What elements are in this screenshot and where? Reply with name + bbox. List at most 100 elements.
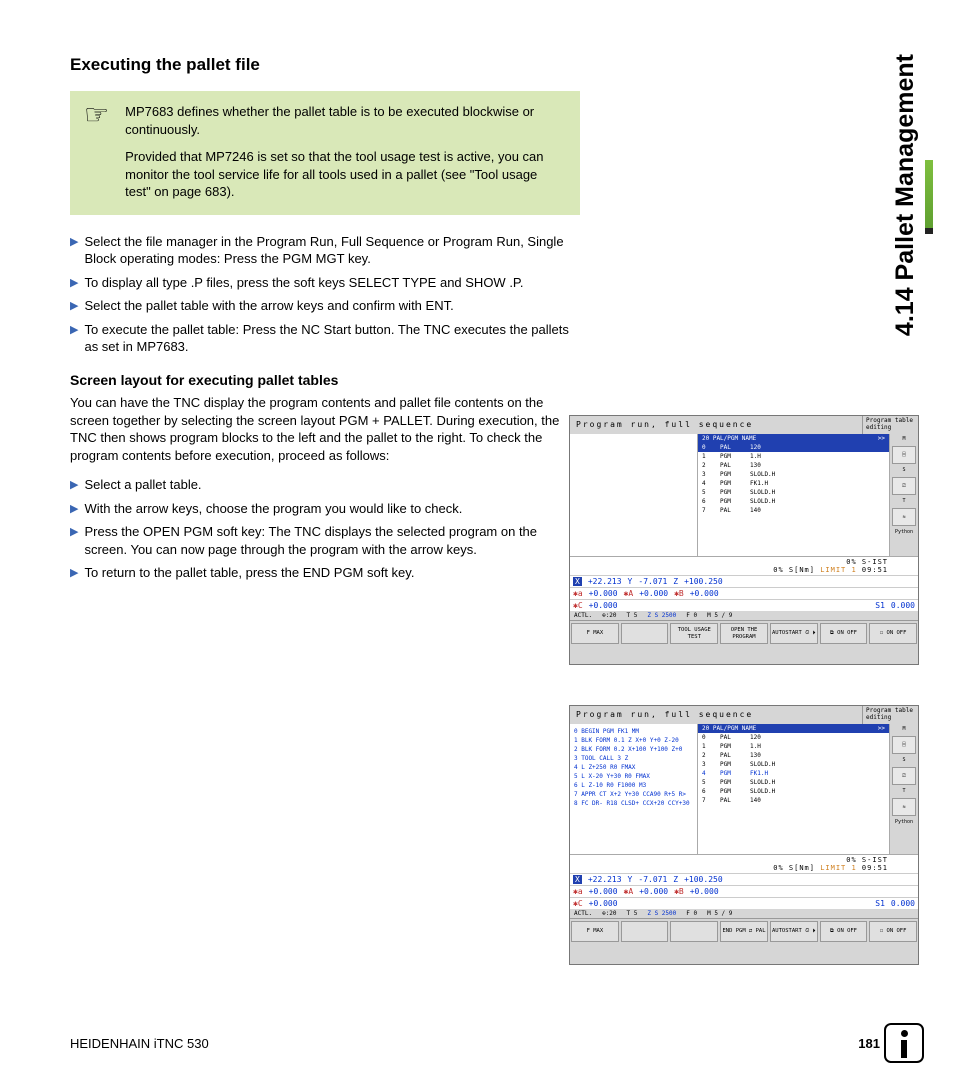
m-icon[interactable]: ⌸ xyxy=(892,736,916,754)
page-heading: Executing the pallet file xyxy=(70,55,880,75)
status-line: 0% S[Nm] xyxy=(773,566,815,574)
softkey-tool-usage[interactable]: TOOL USAGE TEST xyxy=(670,623,718,644)
status-time: 09:51 xyxy=(862,864,888,872)
softkey-toggle-1[interactable]: ⧉ ON OFF xyxy=(820,623,868,644)
spindle-label: S1 xyxy=(875,899,885,908)
coord-row: X+22.213 Y-7.071 Z+100.250 xyxy=(570,575,918,587)
icon-label: M xyxy=(892,437,916,442)
softkey-fmax[interactable]: F MAX xyxy=(571,623,619,644)
status-limit: LIMIT 1 xyxy=(820,864,857,872)
coord-row: ✱a+0.000 ✱A+0.000 ✱B+0.000 xyxy=(570,587,918,599)
axis-x: X xyxy=(573,875,582,884)
table-header-arrow: >> xyxy=(878,725,885,732)
axis-b: ✱B xyxy=(674,887,684,896)
table-header: 20 PAL/PGM NAME xyxy=(702,435,756,442)
icon-label: T xyxy=(892,789,916,794)
softkey-fmax[interactable]: F MAX xyxy=(571,921,619,942)
side-accent xyxy=(925,160,933,228)
axis-z: Z xyxy=(673,875,678,884)
axis-c: ✱C xyxy=(573,601,583,610)
table-row: 5PGMSLOLD.H xyxy=(698,488,889,497)
table-row: 7PAL140 xyxy=(698,796,889,805)
bullet-arrow-icon: ▶ xyxy=(70,566,78,582)
prog-line: 4 L Z+250 R0 FMAX xyxy=(574,763,693,772)
softkey-autostart[interactable]: AUTOSTART ⏲ ⏵ xyxy=(770,921,818,942)
softkey-blank[interactable] xyxy=(621,921,669,942)
axis-A: ✱A xyxy=(624,887,634,896)
table-row: 3PGMSLOLD.H xyxy=(698,760,889,769)
table-header-arrow: >> xyxy=(878,435,885,442)
table-row: 2PAL130 xyxy=(698,751,889,760)
table-row: 1PGM1.H xyxy=(698,742,889,751)
status-time: 09:51 xyxy=(862,566,888,574)
icon-label: S xyxy=(892,758,916,763)
table-row: 4PGMFK1.H xyxy=(698,479,889,488)
softkey-blank[interactable] xyxy=(670,921,718,942)
info-icon xyxy=(884,1023,924,1063)
note-box: ☞ MP7683 defines whether the pallet tabl… xyxy=(70,91,580,215)
coord-row: ✱C+0.000 S10.000 xyxy=(570,599,918,611)
softkey-row: F MAX END PGM ⇄ PAL AUTOSTART ⏲ ⏵ ⧉ ON O… xyxy=(570,918,918,944)
bullet-text: With the arrow keys, choose the program … xyxy=(84,500,462,518)
t-icon[interactable]: ⇆ xyxy=(892,508,916,526)
prog-line: 3 TOOL CALL 3 Z xyxy=(574,754,693,763)
softkey-blank[interactable] xyxy=(621,623,669,644)
table-row: 1PGM1.H xyxy=(698,452,889,461)
page-number: 181 xyxy=(858,1036,880,1051)
table-row: 4PGMFK1.H xyxy=(698,769,889,778)
softkey-open-program[interactable]: OPEN THE PROGRAM xyxy=(720,623,768,644)
bullet-arrow-icon: ▶ xyxy=(70,478,78,494)
table-header: 20 PAL/PGM NAME xyxy=(702,725,756,732)
axis-z: Z xyxy=(673,577,678,586)
bullet-arrow-icon: ▶ xyxy=(70,235,78,268)
table-row: 6PGMSLOLD.H xyxy=(698,787,889,796)
note-p2: Provided that MP7246 is set so that the … xyxy=(125,148,566,201)
bullet-text: To display all type .P files, press the … xyxy=(84,274,523,292)
softkey-toggle-2[interactable]: ☐ ON OFF xyxy=(869,623,917,644)
bullet-arrow-icon: ▶ xyxy=(70,525,78,558)
bullet-list-2: ▶ Select a pallet table. ▶ With the arrow … xyxy=(70,476,580,582)
softkey-autostart[interactable]: AUTOSTART ⏲ ⏵ xyxy=(770,623,818,644)
softkey-toggle-2[interactable]: ☐ ON OFF xyxy=(869,921,917,942)
bullet-text: To execute the pallet table: Press the N… xyxy=(84,321,580,356)
screen-subtitle: Program table editing xyxy=(863,416,918,434)
bullet-text: Press the OPEN PGM soft key: The TNC dis… xyxy=(84,523,580,558)
right-icon-bar: M⌸ S⎚ T⇆ Python xyxy=(890,434,918,556)
axis-y: Y xyxy=(628,577,633,586)
prog-line: 2 BLK FORM 0.2 X+100 Y+100 Z+0 xyxy=(574,745,693,754)
bullet-arrow-icon: ▶ xyxy=(70,276,78,292)
table-row: 6PGMSLOLD.H xyxy=(698,497,889,506)
spindle-label: S1 xyxy=(875,601,885,610)
tnc-screenshot-2: Program run, full sequence Program table… xyxy=(569,705,919,965)
axis-x: X xyxy=(573,577,582,586)
s-icon[interactable]: ⎚ xyxy=(892,767,916,785)
bullet-arrow-icon: ▶ xyxy=(70,299,78,315)
s-icon[interactable]: ⎚ xyxy=(892,477,916,495)
coord-row: ✱C+0.000 S10.000 xyxy=(570,897,918,909)
pallet-table: 20 PAL/PGM NAME>> 0PAL120 1PGM1.H 2PAL13… xyxy=(698,434,890,556)
paragraph: You can have the TNC display the program… xyxy=(70,394,580,464)
axis-b: ✱B xyxy=(674,589,684,598)
screen-title: Program run, full sequence xyxy=(570,416,863,434)
right-icon-bar: M⌸ S⎚ T⇆ Python xyxy=(890,724,918,854)
t-icon[interactable]: ⇆ xyxy=(892,798,916,816)
coord-row: X+22.213 Y-7.071 Z+100.250 xyxy=(570,873,918,885)
axis-c: ✱C xyxy=(573,899,583,908)
side-tab-title: 4.14 Pallet Management xyxy=(891,54,920,336)
footer-product: HEIDENHAIN iTNC 530 xyxy=(70,1036,209,1051)
prog-line: 1 BLK FORM 0.1 Z X+0 Y+0 Z-20 xyxy=(574,736,693,745)
program-left-pane xyxy=(570,434,698,556)
softkey-end-pgm[interactable]: END PGM ⇄ PAL xyxy=(720,921,768,942)
bullet-text: Select the pallet table with the arrow k… xyxy=(84,297,453,315)
pallet-table: 20 PAL/PGM NAME>> 0PAL120 1PGM1.H 2PAL13… xyxy=(698,724,890,854)
prog-line: 8 FC DR- R18 CLSD+ CCX+20 CCY+30 xyxy=(574,799,693,808)
bullet-text: Select the file manager in the Program R… xyxy=(84,233,580,268)
hand-icon: ☞ xyxy=(84,101,109,201)
axis-a: ✱a xyxy=(573,589,583,598)
coord-row: ✱a+0.000 ✱A+0.000 ✱B+0.000 xyxy=(570,885,918,897)
status-line: 0% S[Nm] xyxy=(773,864,815,872)
grey-status-bar: ACTL.⊕:20T 5Z S 2500F 0M 5 / 9 xyxy=(570,611,918,620)
bullet-text: Select a pallet table. xyxy=(84,476,201,494)
m-icon[interactable]: ⌸ xyxy=(892,446,916,464)
softkey-toggle-1[interactable]: ⧉ ON OFF xyxy=(820,921,868,942)
